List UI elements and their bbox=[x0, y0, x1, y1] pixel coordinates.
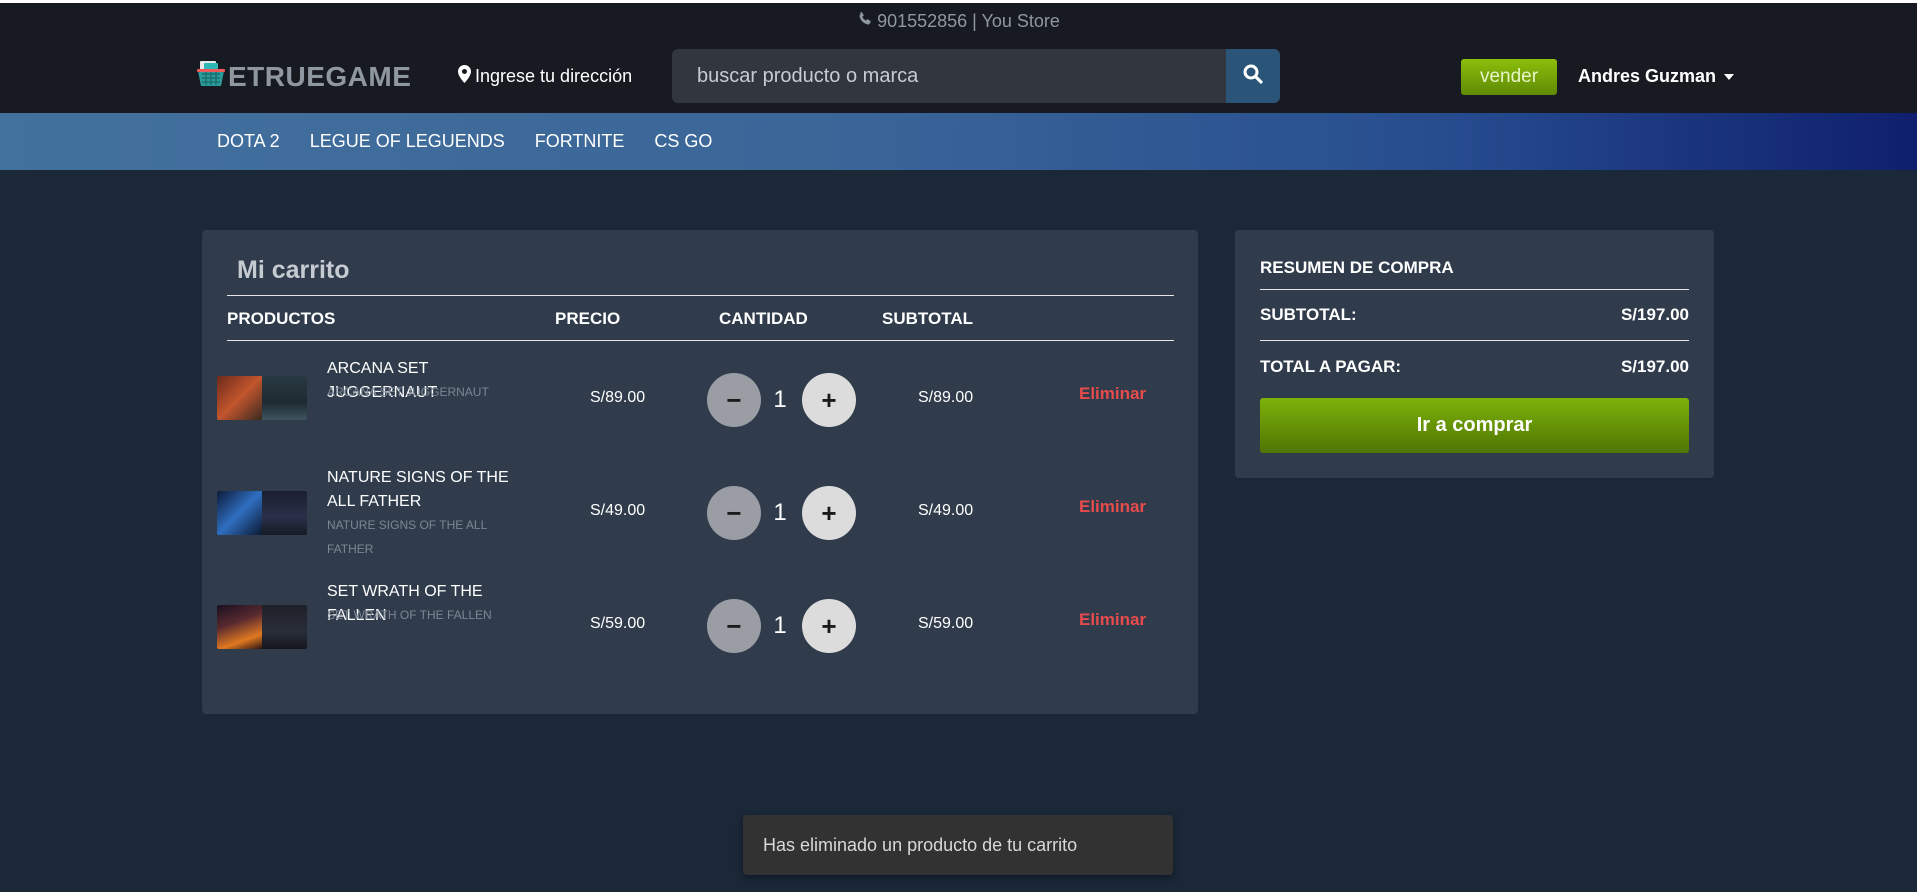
nav-item-fortnite[interactable]: FORTNITE bbox=[535, 131, 625, 152]
sell-button[interactable]: vender bbox=[1461, 59, 1557, 95]
user-name: Andres Guzman bbox=[1578, 66, 1717, 86]
site-logo[interactable]: ETRUEGAME bbox=[196, 59, 411, 94]
quantity-value: 1 bbox=[773, 612, 787, 639]
toast-message: Has eliminado un producto de tu carrito bbox=[763, 834, 1078, 855]
total-label: TOTAL A PAGAR: bbox=[1260, 357, 1402, 376]
category-nav: DOTA 2 LEGUE OF LEGUENDS FORTNITE CS GO bbox=[0, 113, 1917, 170]
product-price: S/49.00 bbox=[590, 502, 646, 519]
address-label: Ingrese tu dirección bbox=[475, 66, 633, 86]
product-subtotal: S/59.00 bbox=[918, 615, 974, 632]
checkout-button[interactable]: Ir a comprar bbox=[1260, 398, 1689, 453]
column-header-products: PRODUCTOS bbox=[227, 309, 336, 328]
user-menu[interactable]: Andres Guzman bbox=[1578, 66, 1735, 87]
phone-text: 901552856 | You Store bbox=[877, 11, 1060, 31]
divider bbox=[227, 340, 1174, 341]
divider bbox=[227, 295, 1174, 296]
total-value: S/197.00 bbox=[1620, 357, 1689, 376]
nav-item-csgo[interactable]: CS GO bbox=[654, 131, 712, 152]
quantity-value: 1 bbox=[773, 386, 787, 413]
product-thumbnail[interactable] bbox=[217, 605, 307, 649]
cart-title: Mi carrito bbox=[237, 256, 350, 284]
increase-quantity-button[interactable]: + bbox=[802, 599, 856, 653]
product-subtitle: SET WRATH OF THE FALLEN bbox=[327, 608, 492, 622]
nav-item-lol[interactable]: LEGUE OF LEGUENDS bbox=[310, 131, 505, 152]
divider bbox=[1260, 340, 1689, 341]
column-header-price: PRECIO bbox=[555, 309, 621, 328]
minus-icon: − bbox=[726, 384, 742, 415]
decrease-quantity-button[interactable]: − bbox=[707, 373, 761, 427]
basket-icon bbox=[196, 59, 226, 94]
product-price: S/59.00 bbox=[590, 615, 646, 632]
search-bar bbox=[672, 49, 1280, 103]
subtotal-value: S/197.00 bbox=[1620, 305, 1689, 324]
top-bar: 901552856 | You Store ETRUEGAME Ingrese … bbox=[0, 0, 1917, 113]
phone-icon bbox=[857, 11, 873, 32]
remove-item-button[interactable]: Eliminar bbox=[1079, 384, 1146, 404]
minus-icon: − bbox=[726, 610, 742, 641]
product-subtitle: NATURE SIGNS OF THE ALL FATHER bbox=[327, 518, 487, 556]
nav-item-dota2[interactable]: DOTA 2 bbox=[217, 131, 280, 152]
search-button[interactable] bbox=[1226, 49, 1280, 103]
decrease-quantity-button[interactable]: − bbox=[707, 599, 761, 653]
logo-text: ETRUEGAME bbox=[228, 60, 412, 92]
column-header-quantity: CANTIDAD bbox=[719, 309, 808, 328]
address-selector[interactable]: Ingrese tu dirección bbox=[458, 65, 632, 88]
product-name[interactable]: NATURE SIGNS OF THE ALL FATHER bbox=[327, 466, 532, 514]
column-header-subtotal: SUBTOTAL bbox=[882, 309, 973, 328]
product-subtotal: S/49.00 bbox=[918, 502, 974, 519]
quantity-value: 1 bbox=[773, 499, 787, 526]
decrease-quantity-button[interactable]: − bbox=[707, 486, 761, 540]
store-phone: 901552856 | You Store bbox=[0, 11, 1917, 32]
product-thumbnail[interactable] bbox=[217, 376, 307, 420]
remove-item-button[interactable]: Eliminar bbox=[1079, 610, 1146, 630]
increase-quantity-button[interactable]: + bbox=[802, 373, 856, 427]
product-thumbnail[interactable] bbox=[217, 491, 307, 535]
caret-down-icon bbox=[1724, 73, 1735, 80]
subtotal-label: SUBTOTAL: bbox=[1260, 305, 1357, 324]
search-input[interactable] bbox=[672, 49, 1226, 103]
plus-icon: + bbox=[821, 497, 837, 528]
location-pin-icon bbox=[458, 65, 471, 88]
order-summary-panel: RESUMEN DE COMPRA SUBTOTAL: S/197.00 TOT… bbox=[1235, 230, 1714, 478]
summary-title: RESUMEN DE COMPRA bbox=[1260, 258, 1454, 277]
remove-item-button[interactable]: Eliminar bbox=[1079, 497, 1146, 517]
product-price: S/89.00 bbox=[590, 389, 646, 406]
toast-notification: Has eliminado un producto de tu carrito bbox=[743, 815, 1173, 875]
increase-quantity-button[interactable]: + bbox=[802, 486, 856, 540]
product-subtotal: S/89.00 bbox=[918, 389, 974, 406]
plus-icon: + bbox=[821, 610, 837, 641]
plus-icon: + bbox=[821, 384, 837, 415]
cart-panel: Mi carrito PRODUCTOS PRECIO CANTIDAD SUB… bbox=[202, 230, 1198, 714]
search-icon bbox=[1243, 64, 1263, 89]
product-subtitle: ARCANA SET JUGGERNAUT bbox=[327, 385, 489, 399]
minus-icon: − bbox=[726, 497, 742, 528]
divider bbox=[1260, 289, 1689, 290]
